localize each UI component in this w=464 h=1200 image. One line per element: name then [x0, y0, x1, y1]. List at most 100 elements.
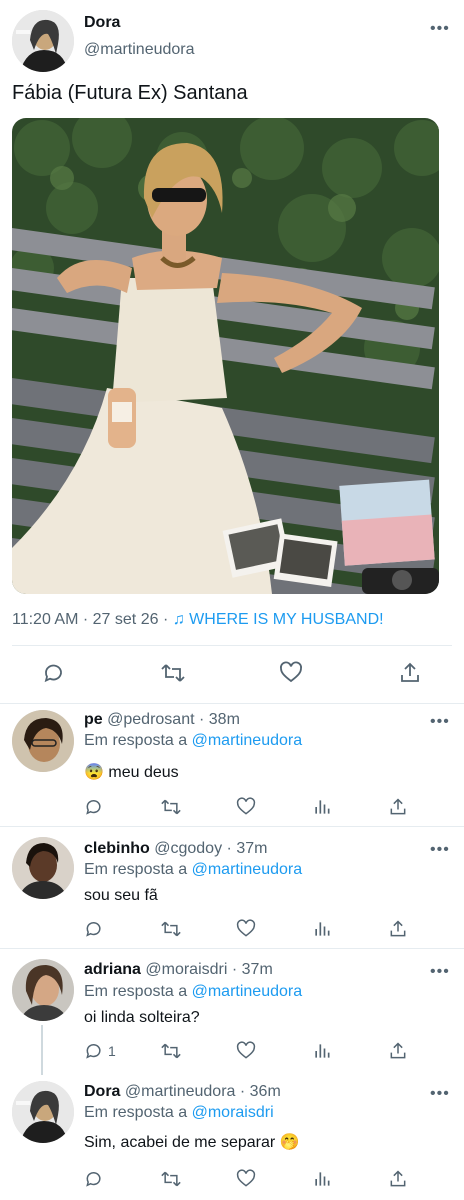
share-button[interactable]: [388, 1041, 408, 1061]
analytics-icon: [315, 1172, 330, 1186]
reply-author-handle[interactable]: @martineudora: [125, 1083, 236, 1100]
retweet-button[interactable]: [160, 1169, 182, 1189]
tweet-photo[interactable]: [12, 118, 439, 594]
reply-text: Sim, acabei de me separar 🤭: [84, 1134, 300, 1151]
reply-author-name[interactable]: pe: [84, 711, 103, 728]
like-button[interactable]: [236, 797, 256, 817]
reply-age[interactable]: 38m: [209, 711, 240, 728]
retweet-icon: [161, 1043, 181, 1059]
reply-button[interactable]: [84, 797, 108, 817]
reply-text: 😨 meu deus: [84, 764, 179, 781]
retweet-button[interactable]: [160, 1041, 182, 1061]
replying-to: Em resposta a @martineudora: [84, 861, 302, 879]
analytics-button[interactable]: [312, 919, 332, 939]
reply-icon: [86, 1172, 101, 1187]
retweet-button[interactable]: [160, 661, 186, 685]
more-dots-icon[interactable]: •••: [430, 842, 450, 858]
meta-separator: ·: [239, 1083, 246, 1100]
analytics-button[interactable]: [312, 1169, 332, 1189]
reply-author-handle[interactable]: @pedrosant: [107, 711, 194, 728]
meta-separator: ·: [82, 611, 89, 628]
reply-header: adriana @moraisdri · 37m: [84, 961, 273, 979]
share-icon: [390, 798, 406, 815]
replying-to-prefix: Em resposta a: [84, 983, 188, 1000]
share-button[interactable]: [388, 919, 408, 939]
analytics-button[interactable]: [312, 1041, 332, 1061]
more-dots-icon[interactable]: •••: [430, 964, 450, 980]
avatar[interactable]: [12, 10, 74, 72]
share-icon: [390, 920, 406, 937]
like-button[interactable]: [236, 919, 256, 939]
reply-author-name[interactable]: clebinho: [84, 840, 150, 857]
avatar[interactable]: [12, 959, 74, 1021]
author-handle[interactable]: @martineudora: [84, 41, 195, 59]
replying-to-handle[interactable]: @moraisdri: [192, 1104, 274, 1121]
reply-tweet: clebinho @cgodoy · 37m ••• Em resposta a…: [0, 827, 464, 949]
heart-icon: [236, 919, 256, 937]
reply-author-handle[interactable]: @cgodoy: [154, 840, 222, 857]
reply-count: 1: [108, 1043, 116, 1059]
reply-icon: [86, 800, 101, 815]
more-dots-icon[interactable]: •••: [430, 714, 450, 730]
replying-to-handle[interactable]: @martineudora: [192, 732, 303, 749]
share-button[interactable]: [388, 797, 408, 817]
replying-to-handle[interactable]: @martineudora: [192, 983, 303, 1000]
reply-button[interactable]: [84, 1169, 108, 1189]
retweet-icon: [161, 921, 181, 937]
replying-to-prefix: Em resposta a: [84, 732, 188, 749]
thread-line: [41, 1025, 43, 1075]
music-note-icon: ♫: [172, 611, 185, 628]
retweet-icon: [161, 1171, 181, 1187]
heart-icon: [236, 1041, 256, 1059]
retweet-button[interactable]: [160, 797, 182, 817]
tweet-time: 11:20 AM: [12, 611, 79, 628]
tweet-source[interactable]: WHERE IS MY HUSBAND!: [189, 611, 383, 628]
reply-button[interactable]: [42, 661, 66, 685]
author-name[interactable]: Dora: [84, 14, 120, 32]
meta-separator: ·: [162, 611, 169, 628]
share-icon: [390, 1042, 406, 1059]
meta-separator: ·: [198, 711, 205, 728]
reply-author-name[interactable]: Dora: [84, 1083, 120, 1100]
reply-age[interactable]: 37m: [242, 961, 273, 978]
reply-tweet: adriana @moraisdri · 37m ••• Em resposta…: [0, 949, 464, 1075]
tweet-date: 27 set 26: [92, 611, 159, 628]
heart-icon: [236, 797, 256, 815]
replying-to: Em resposta a @martineudora: [84, 732, 302, 750]
retweet-button[interactable]: [160, 919, 182, 939]
reply-text: sou seu fã: [84, 887, 158, 904]
replying-to-handle[interactable]: @martineudora: [192, 861, 303, 878]
retweet-icon: [161, 799, 181, 815]
reply-button[interactable]: 1: [84, 1041, 116, 1061]
reply-age[interactable]: 37m: [236, 840, 267, 857]
more-dots-icon[interactable]: •••: [430, 1086, 450, 1102]
reply-icon: [44, 664, 62, 683]
avatar[interactable]: [12, 710, 74, 772]
reply-icon: [86, 1044, 101, 1059]
divider: [12, 645, 452, 646]
reply-tweet: pe @pedrosant · 38m ••• Em resposta a @m…: [0, 704, 464, 827]
analytics-button[interactable]: [312, 797, 332, 817]
reply-header: pe @pedrosant · 38m: [84, 711, 240, 729]
reply-text: oi linda solteira?: [84, 1009, 200, 1026]
meta-separator: ·: [231, 961, 238, 978]
tweet-meta: 11:20 AM · 27 set 26 · ♫ WHERE IS MY HUS…: [12, 611, 384, 629]
share-button[interactable]: [398, 661, 422, 685]
like-button[interactable]: [236, 1041, 256, 1061]
reply-tweet: Dora @martineudora · 36m ••• Em resposta…: [0, 1073, 464, 1200]
retweet-icon: [161, 664, 185, 682]
replying-to-prefix: Em resposta a: [84, 861, 188, 878]
share-button[interactable]: [388, 1169, 408, 1189]
like-button[interactable]: [279, 661, 303, 685]
reply-button[interactable]: [84, 919, 108, 939]
replying-to-prefix: Em resposta a: [84, 1104, 188, 1121]
more-dots-icon[interactable]: •••: [430, 21, 450, 37]
replying-to: Em resposta a @martineudora: [84, 983, 302, 1001]
like-button[interactable]: [236, 1169, 256, 1189]
analytics-icon: [315, 922, 330, 936]
reply-age[interactable]: 36m: [250, 1083, 281, 1100]
avatar[interactable]: [12, 837, 74, 899]
avatar[interactable]: [12, 1081, 74, 1143]
reply-author-handle[interactable]: @moraisdri: [145, 961, 227, 978]
reply-author-name[interactable]: adriana: [84, 961, 141, 978]
